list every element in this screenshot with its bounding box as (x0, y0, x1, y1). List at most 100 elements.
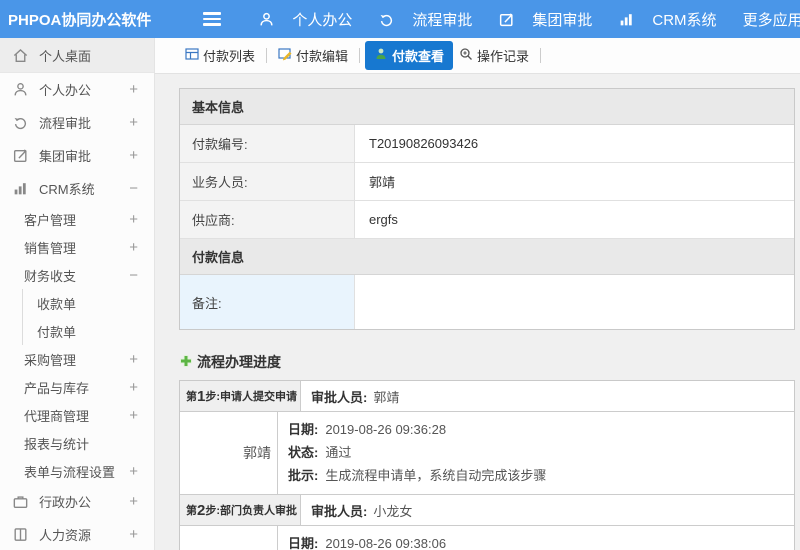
sidebar-item-hr[interactable]: 人力资源 + (0, 518, 154, 550)
edit-icon (12, 147, 29, 164)
comment-value: 生成流程申请单，系统自动完成该步骤 (325, 467, 547, 483)
expand-toggle[interactable]: + (129, 81, 138, 98)
sidebar-item-sales-mgmt[interactable]: 销售管理 + (0, 233, 154, 261)
nav-label: 个人办公 (292, 11, 353, 29)
hamburger-menu-icon[interactable] (203, 12, 222, 26)
nav-item-more-apps[interactable]: 更多应用 (730, 9, 800, 30)
sidebar-item-purchase[interactable]: 采购管理 + (0, 345, 154, 373)
sidebar-item-label: 销售管理 (24, 240, 77, 256)
tab-label: 付款编辑 (296, 49, 349, 64)
field-label: 业务人员: (180, 163, 355, 200)
tab-separator (359, 48, 361, 63)
sidebar-item-label: 代理商管理 (24, 408, 90, 424)
date-label: 日期: (288, 536, 319, 550)
sidebar: 个人桌面 个人办公 + 流程审批 + 集团审批 + CRM系统 − 客户管理 +… (0, 38, 155, 550)
sidebar-item-finance[interactable]: 财务收支 − (0, 261, 154, 289)
approval-detail-cell: 日期: 2019-08-26 09:36:28 状态: 通过 批示: 生成流程申… (278, 412, 794, 494)
sidebar-item-form-flow-settings[interactable]: 表单与流程设置 + (0, 457, 154, 485)
chart-icon (618, 11, 635, 28)
sidebar-item-label: 报表与统计 (24, 436, 90, 452)
edit-icon (278, 47, 292, 64)
progress-table: 第 1 步:申请人提交申请 审批人员: 郭靖 郭靖 日期: 2019-08-26 0… (179, 380, 795, 550)
app-body: 个人桌面 个人办公 + 流程审批 + 集团审批 + CRM系统 − 客户管理 +… (0, 38, 800, 550)
sidebar-item-label: 个人桌面 (39, 48, 92, 64)
nav-item-group-approval[interactable]: 集团审批 (485, 9, 605, 30)
tab-payment-edit[interactable]: 付款编辑 (272, 42, 354, 69)
approver-name-cell: 郭靖 (180, 412, 278, 495)
sidebar-item-personal-office[interactable]: 个人办公 + (0, 73, 154, 106)
top-nav: 个人办公 流程审批 集团审批 CRM系统 更多应用 (245, 9, 800, 30)
nav-item-crm[interactable]: CRM系统 (605, 9, 729, 30)
collapse-toggle[interactable]: − (129, 180, 138, 197)
sidebar-item-crm[interactable]: CRM系统 − (0, 172, 154, 205)
business-person-value: 郭靖 (369, 175, 396, 190)
step-number: 1 (197, 387, 206, 405)
expand-toggle[interactable]: + (129, 526, 138, 543)
approver-label: 审批人员: (311, 503, 368, 519)
sidebar-item-flow-approval[interactable]: 流程审批 + (0, 106, 154, 139)
collapse-toggle[interactable]: − (129, 267, 138, 284)
approver-name: 小龙女 (373, 503, 413, 519)
expand-toggle[interactable]: + (129, 114, 138, 131)
expand-toggle[interactable]: + (129, 147, 138, 164)
sidebar-item-label: 集团审批 (39, 149, 92, 164)
nav-item-personal-office[interactable]: 个人办公 (245, 9, 365, 30)
finance-submenu: 收款单 付款单 (22, 289, 154, 345)
tab-label: 付款查看 (392, 49, 445, 64)
section-header-basic-info: 基本信息 (180, 89, 794, 125)
date-label: 日期: (288, 422, 319, 437)
person-icon (258, 11, 275, 28)
sidebar-item-payment[interactable]: 付款单 (23, 317, 154, 345)
field-row-note: 备注: (180, 275, 794, 329)
sidebar-item-receipt[interactable]: 收款单 (23, 289, 154, 317)
section-header-payment-info: 付款信息 (180, 239, 794, 275)
sidebar-item-admin-office[interactable]: 行政办公 + (0, 485, 154, 518)
expand-toggle[interactable]: + (129, 211, 138, 228)
step-title: 第 1 步:申请人提交申请 (180, 381, 302, 411)
tab-label: 操作记录 (477, 49, 530, 64)
sidebar-item-label: 付款单 (37, 324, 77, 340)
expand-toggle[interactable]: + (129, 407, 138, 424)
field-label: 备注: (180, 275, 355, 329)
tab-operation-log[interactable]: 操作记录 (453, 42, 535, 69)
sidebar-item-reports[interactable]: 报表与统计 (0, 429, 154, 457)
field-row-supplier: 供应商: ergfs (180, 201, 794, 239)
tab-separator (540, 48, 542, 63)
comment-label: 批示: (288, 467, 319, 483)
sidebar-item-label: 行政办公 (39, 495, 92, 510)
main-area: 付款列表 付款编辑 付款查看 操作记录 基本信息 付款编号: T20190826… (155, 38, 800, 550)
status-value: 通过 (325, 444, 352, 460)
expand-toggle[interactable]: + (129, 379, 138, 396)
progress-step-row: 第 1 步:申请人提交申请 审批人员: 郭靖 (180, 381, 794, 412)
expand-toggle[interactable]: + (129, 239, 138, 256)
sidebar-item-product-inventory[interactable]: 产品与库存 + (0, 373, 154, 401)
briefcase-icon (12, 493, 29, 510)
sidebar-item-agent-mgmt[interactable]: 代理商管理 + (0, 401, 154, 429)
nav-item-flow-approval[interactable]: 流程审批 (365, 9, 485, 30)
sidebar-item-group-approval[interactable]: 集团审批 + (0, 139, 154, 172)
tab-payment-list[interactable]: 付款列表 (179, 42, 261, 69)
field-label: 付款编号: (180, 125, 355, 162)
tab-bar: 付款列表 付款编辑 付款查看 操作记录 (155, 38, 800, 74)
person-icon (12, 81, 29, 98)
search-icon (459, 47, 473, 64)
field-row-payment-no: 付款编号: T20190826093426 (180, 125, 794, 163)
approver-name: 郭靖 (373, 389, 400, 405)
field-row-business-person: 业务人员: 郭靖 (180, 163, 794, 201)
progress-detail-row: 小龙女 日期: 2019-08-26 09:38:06 状态: 通过 (180, 526, 794, 550)
sidebar-item-label: 采购管理 (24, 352, 77, 368)
sidebar-item-desktop[interactable]: 个人桌面 (0, 38, 154, 72)
sidebar-item-label: 收款单 (37, 296, 77, 312)
tab-payment-view[interactable]: 付款查看 (365, 41, 454, 70)
date-value: 2019-08-26 09:36:28 (325, 422, 447, 437)
expand-toggle[interactable]: + (129, 493, 138, 510)
sidebar-item-label: 表单与流程设置 (24, 464, 116, 480)
plus-icon (179, 354, 193, 371)
expand-toggle[interactable]: + (129, 351, 138, 368)
nav-label: 流程审批 (412, 11, 473, 29)
status-label: 状态: (288, 444, 319, 460)
sidebar-item-customer-mgmt[interactable]: 客户管理 + (0, 205, 154, 233)
step-number: 2 (197, 501, 206, 519)
progress-step-row: 第 2 步:部门负责人审批 审批人员: 小龙女 (180, 495, 794, 527)
expand-toggle[interactable]: + (129, 463, 138, 480)
